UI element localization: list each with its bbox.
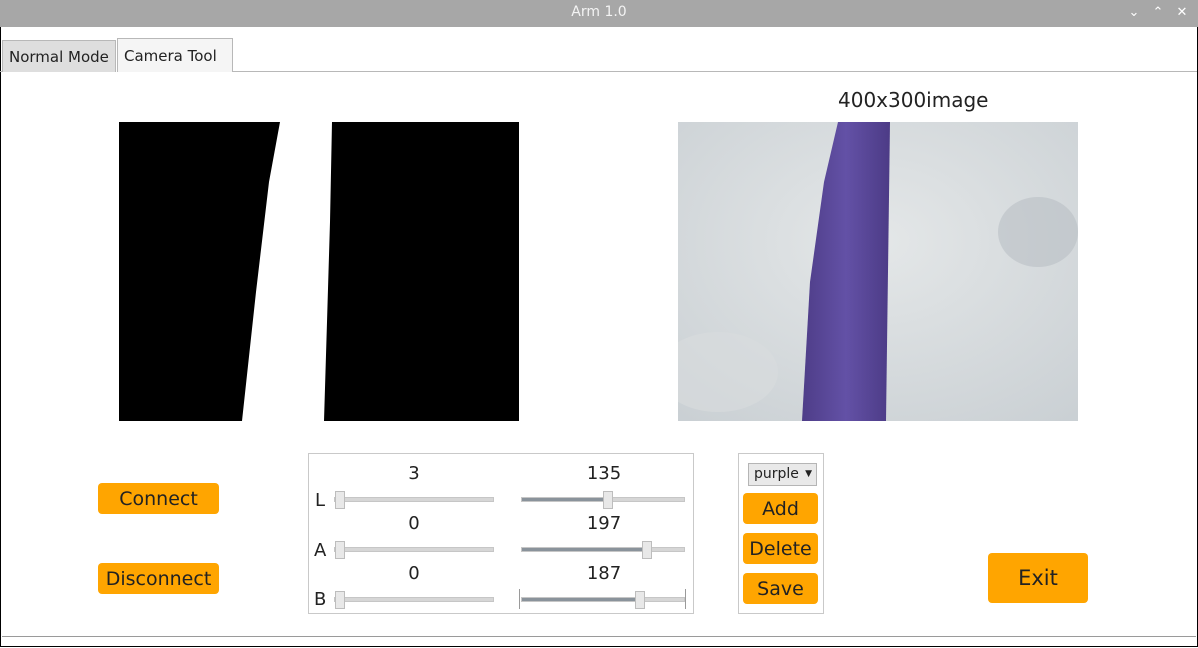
slider-handle[interactable]: [335, 541, 345, 559]
connect-button[interactable]: Connect: [98, 483, 219, 514]
l-label: L: [315, 490, 326, 511]
b-label: B: [314, 589, 327, 610]
tick-mark: [685, 589, 686, 609]
l-max-slider[interactable]: [521, 491, 685, 509]
slider-fill: [522, 498, 608, 501]
color-select-value: purple: [754, 466, 799, 482]
title-bar: Arm 1.0 ⌄ ⌃ ✕: [0, 0, 1198, 27]
maximize-icon[interactable]: ⌃: [1149, 4, 1167, 22]
b-min-value: 0: [408, 563, 420, 584]
mask-image: [119, 122, 519, 421]
color-select[interactable]: purple ▼: [748, 463, 817, 486]
window-title: Arm 1.0: [571, 4, 627, 20]
tick-mark: [519, 589, 520, 609]
l-max-value: 135: [586, 463, 622, 484]
camera-image: [678, 122, 1078, 421]
slider-handle[interactable]: [602, 491, 613, 509]
preview-caption: 400x300image: [838, 88, 989, 112]
camera-image-graphic: [678, 122, 1078, 421]
b-min-slider[interactable]: [334, 591, 494, 609]
color-panel: purple ▼ Add Delete Save: [738, 453, 824, 614]
close-icon[interactable]: ✕: [1173, 4, 1191, 22]
l-min-slider[interactable]: [334, 491, 494, 509]
tab-normal-mode[interactable]: Normal Mode: [2, 40, 116, 72]
tab-divider: [233, 71, 1197, 72]
slider-handle[interactable]: [335, 491, 345, 509]
save-button[interactable]: Save: [743, 573, 818, 604]
chevron-down-icon: ▼: [805, 469, 812, 479]
delete-button[interactable]: Delete: [743, 533, 818, 564]
a-max-slider[interactable]: [521, 541, 685, 559]
status-divider: [2, 636, 1196, 637]
tab-camera-tool[interactable]: Camera Tool: [117, 38, 233, 72]
slider-handle[interactable]: [635, 591, 646, 609]
a-label: A: [314, 540, 327, 561]
slider-fill: [522, 598, 641, 601]
a-min-slider[interactable]: [334, 541, 494, 559]
a-min-value: 0: [408, 513, 420, 534]
b-max-slider[interactable]: [521, 591, 685, 609]
a-max-value: 197: [586, 513, 622, 534]
tab-divider: [0, 71, 2, 72]
add-button[interactable]: Add: [743, 493, 818, 524]
exit-button[interactable]: Exit: [988, 553, 1088, 603]
l-min-value: 3: [408, 463, 420, 484]
minimize-icon[interactable]: ⌄: [1125, 4, 1143, 22]
slider-fill: [522, 548, 647, 551]
slider-handle[interactable]: [641, 541, 652, 559]
lab-threshold-panel: 3 135 L 0 197 A 0 187 B: [308, 453, 694, 614]
b-max-value: 187: [586, 563, 622, 584]
slider-handle[interactable]: [335, 591, 345, 609]
disconnect-button[interactable]: Disconnect: [98, 563, 219, 594]
mask-image-graphic: [119, 122, 519, 421]
